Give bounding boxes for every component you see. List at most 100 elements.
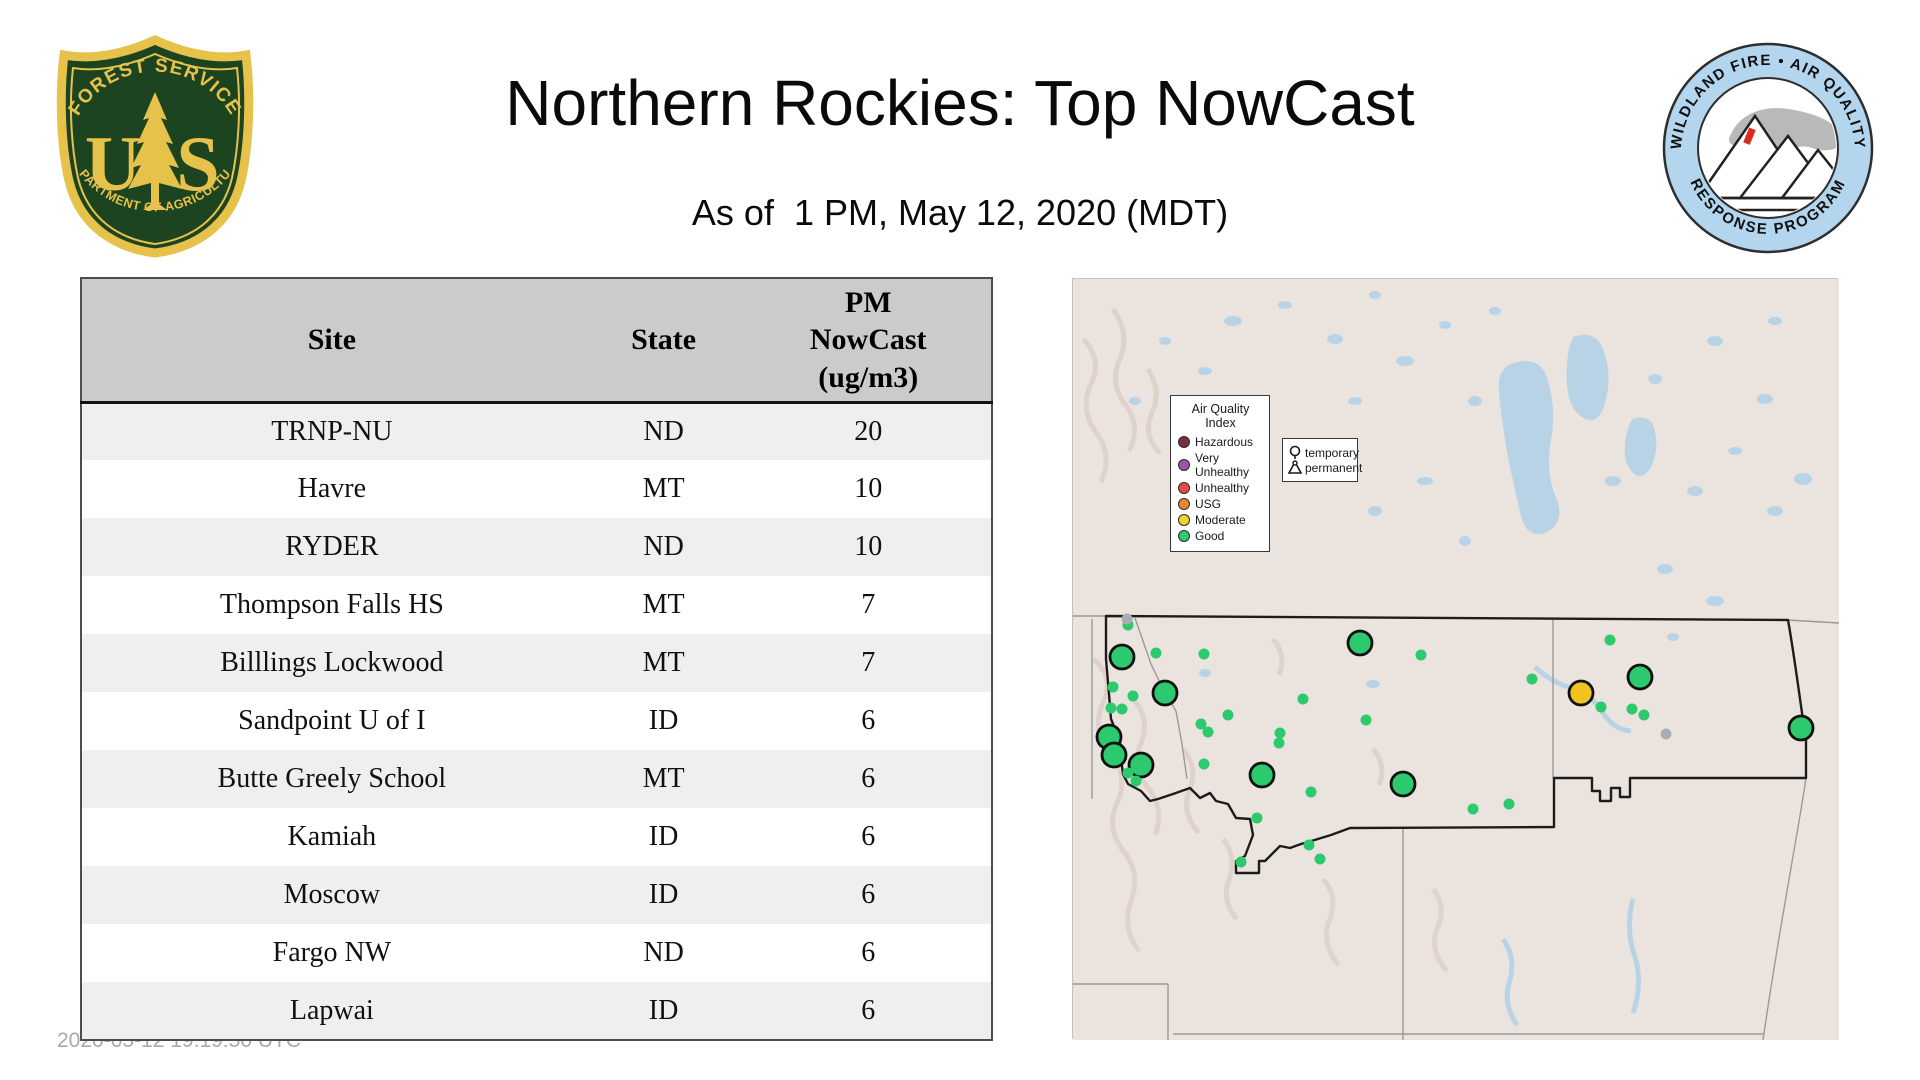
cell-site: Lapwai xyxy=(289,994,374,1026)
monitor-small-good xyxy=(1604,634,1616,646)
cell-state: MT xyxy=(642,473,685,504)
aqi-legend: Air Quality Index Hazardous Very Unhealth… xyxy=(1170,395,1270,552)
monitor-small-good xyxy=(1222,709,1234,721)
monitor-small-good xyxy=(1503,798,1515,810)
column-header-pm: PM NowCast (ug/m3) xyxy=(745,278,992,404)
monitor-small-good xyxy=(1526,673,1538,685)
cell-state: ID xyxy=(648,879,679,910)
temporary-label: temporary xyxy=(1305,445,1360,460)
cell-pm: 20 xyxy=(854,415,883,447)
wfaqrp-badge-icon: WILDLAND FIRE • AIR QUALITY RESPONSE PRO… xyxy=(1662,42,1874,254)
cell-pm: 7 xyxy=(861,589,876,620)
aqi-legend-label: Hazardous xyxy=(1195,435,1254,449)
cell-pm: 6 xyxy=(861,994,876,1026)
cell-state: ND xyxy=(643,531,684,562)
aqi-color-swatch xyxy=(1178,498,1190,510)
forest-service-shield-icon: FOREST SERVICE DEPARTMENT OF AGRICULTURE… xyxy=(50,23,254,258)
monitor-large-good xyxy=(1100,741,1128,769)
monitor-small-good xyxy=(1202,726,1214,738)
cell-state: ID xyxy=(648,994,679,1026)
monitor-small-good xyxy=(1105,702,1117,714)
monitor-small-good xyxy=(1116,703,1128,715)
aqi-color-swatch xyxy=(1178,459,1190,471)
cell-site: Sandpoint U of I xyxy=(238,705,426,736)
cell-pm: 6 xyxy=(861,821,876,852)
table-row: Billlings Lockwood MT 7 xyxy=(81,634,992,692)
aqi-color-swatch xyxy=(1178,514,1190,526)
aqi-legend-item: Very Unhealthy xyxy=(1178,451,1263,479)
cell-state: MT xyxy=(642,589,685,620)
wfaqrp-logo: WILDLAND FIRE • AIR QUALITY RESPONSE PRO… xyxy=(1660,40,1876,261)
cell-site: Butte Greely School xyxy=(217,763,447,794)
cell-state: MT xyxy=(642,763,685,794)
monitor-large-good xyxy=(1151,679,1179,707)
monitor-large-moderate xyxy=(1567,679,1595,707)
monitor-small-good xyxy=(1638,709,1650,721)
cell-pm: 10 xyxy=(854,531,883,562)
monitor-small-nodata xyxy=(1121,613,1133,625)
aqi-legend-item: Hazardous xyxy=(1178,435,1263,449)
table-row: TRNP-NU ND 20 xyxy=(81,402,992,460)
table-row: RYDER ND 10 xyxy=(81,518,992,576)
monitor-small-good xyxy=(1467,803,1479,815)
table-header-row: Site State PM NowCast (ug/m3) xyxy=(81,278,992,404)
aqi-legend-label: Very Unhealthy xyxy=(1195,451,1250,479)
monitor-small-good xyxy=(1235,856,1247,868)
cell-site: Havre xyxy=(297,473,367,504)
monitor-small-good xyxy=(1130,775,1142,787)
column-header-state: State xyxy=(581,278,746,404)
permanent-monitor-icon xyxy=(1288,460,1302,474)
page-title: Northern Rockies: Top NowCast xyxy=(505,67,1415,139)
cell-pm: 7 xyxy=(861,647,876,678)
monitor-small-good xyxy=(1360,714,1372,726)
monitor-small-good xyxy=(1297,693,1309,705)
monitor-small-good xyxy=(1122,767,1134,779)
cell-state: MT xyxy=(642,647,685,678)
cell-pm: 6 xyxy=(861,879,876,910)
monitor-large-good xyxy=(1248,761,1276,789)
aqi-legend-label: Good xyxy=(1195,529,1225,543)
monitor-small-good xyxy=(1595,701,1607,713)
monitor-small-good xyxy=(1274,727,1286,739)
monitor-small-good xyxy=(1198,758,1210,770)
monitor-large-good xyxy=(1346,629,1374,657)
table-row: Kamiah ID 6 xyxy=(81,808,992,866)
aqi-legend-item: Moderate xyxy=(1178,513,1263,527)
monitor-small-good xyxy=(1314,853,1326,865)
table-row: Lapwai ID 6 xyxy=(81,982,992,1040)
monitor-small-good xyxy=(1198,648,1210,660)
cell-state: ID xyxy=(648,821,679,852)
map-svg xyxy=(1073,279,1839,1040)
nowcast-table: Site State PM NowCast (ug/m3) TRNP-NU ND 2… xyxy=(80,277,993,1041)
cell-pm: 6 xyxy=(861,705,876,736)
aqi-legend-title: Air Quality Index xyxy=(1191,402,1250,430)
monitor-small-good xyxy=(1251,812,1263,824)
table-row: Thompson Falls HS MT 7 xyxy=(81,576,992,634)
monitor-small-good xyxy=(1127,690,1139,702)
monitor-small-good xyxy=(1415,649,1427,661)
cell-state: ND xyxy=(643,937,684,968)
temporary-monitor-icon xyxy=(1289,445,1301,459)
aqi-legend-item: USG xyxy=(1178,497,1263,511)
monitor-small-good xyxy=(1107,681,1119,693)
cell-site: RYDER xyxy=(285,531,379,562)
fs-letter-s: S xyxy=(176,120,219,207)
cell-pm: 10 xyxy=(854,473,883,504)
air-quality-map: Air Quality Index Hazardous Very Unhealth… xyxy=(1072,278,1839,1040)
cell-site: TRNP-NU xyxy=(271,415,393,447)
monitor-large-good xyxy=(1389,770,1417,798)
aqi-legend-label: Unhealthy xyxy=(1195,481,1250,495)
monitor-small-good xyxy=(1273,737,1285,749)
fs-letter-u: U xyxy=(85,120,141,207)
monitor-small-good xyxy=(1626,703,1638,715)
aqi-legend-item: Good xyxy=(1178,529,1263,543)
cell-site: Fargo NW xyxy=(272,937,392,968)
forest-service-logo: FOREST SERVICE DEPARTMENT OF AGRICULTURE… xyxy=(50,23,255,263)
aqi-legend-item: Unhealthy xyxy=(1178,481,1263,495)
monitor-small-good xyxy=(1303,839,1315,851)
table-row: Fargo NW ND 6 xyxy=(81,924,992,982)
cell-site: Thompson Falls HS xyxy=(219,589,444,620)
aqi-color-swatch xyxy=(1178,436,1190,448)
cell-site: Moscow xyxy=(283,879,381,910)
cell-state: ID xyxy=(648,705,679,736)
